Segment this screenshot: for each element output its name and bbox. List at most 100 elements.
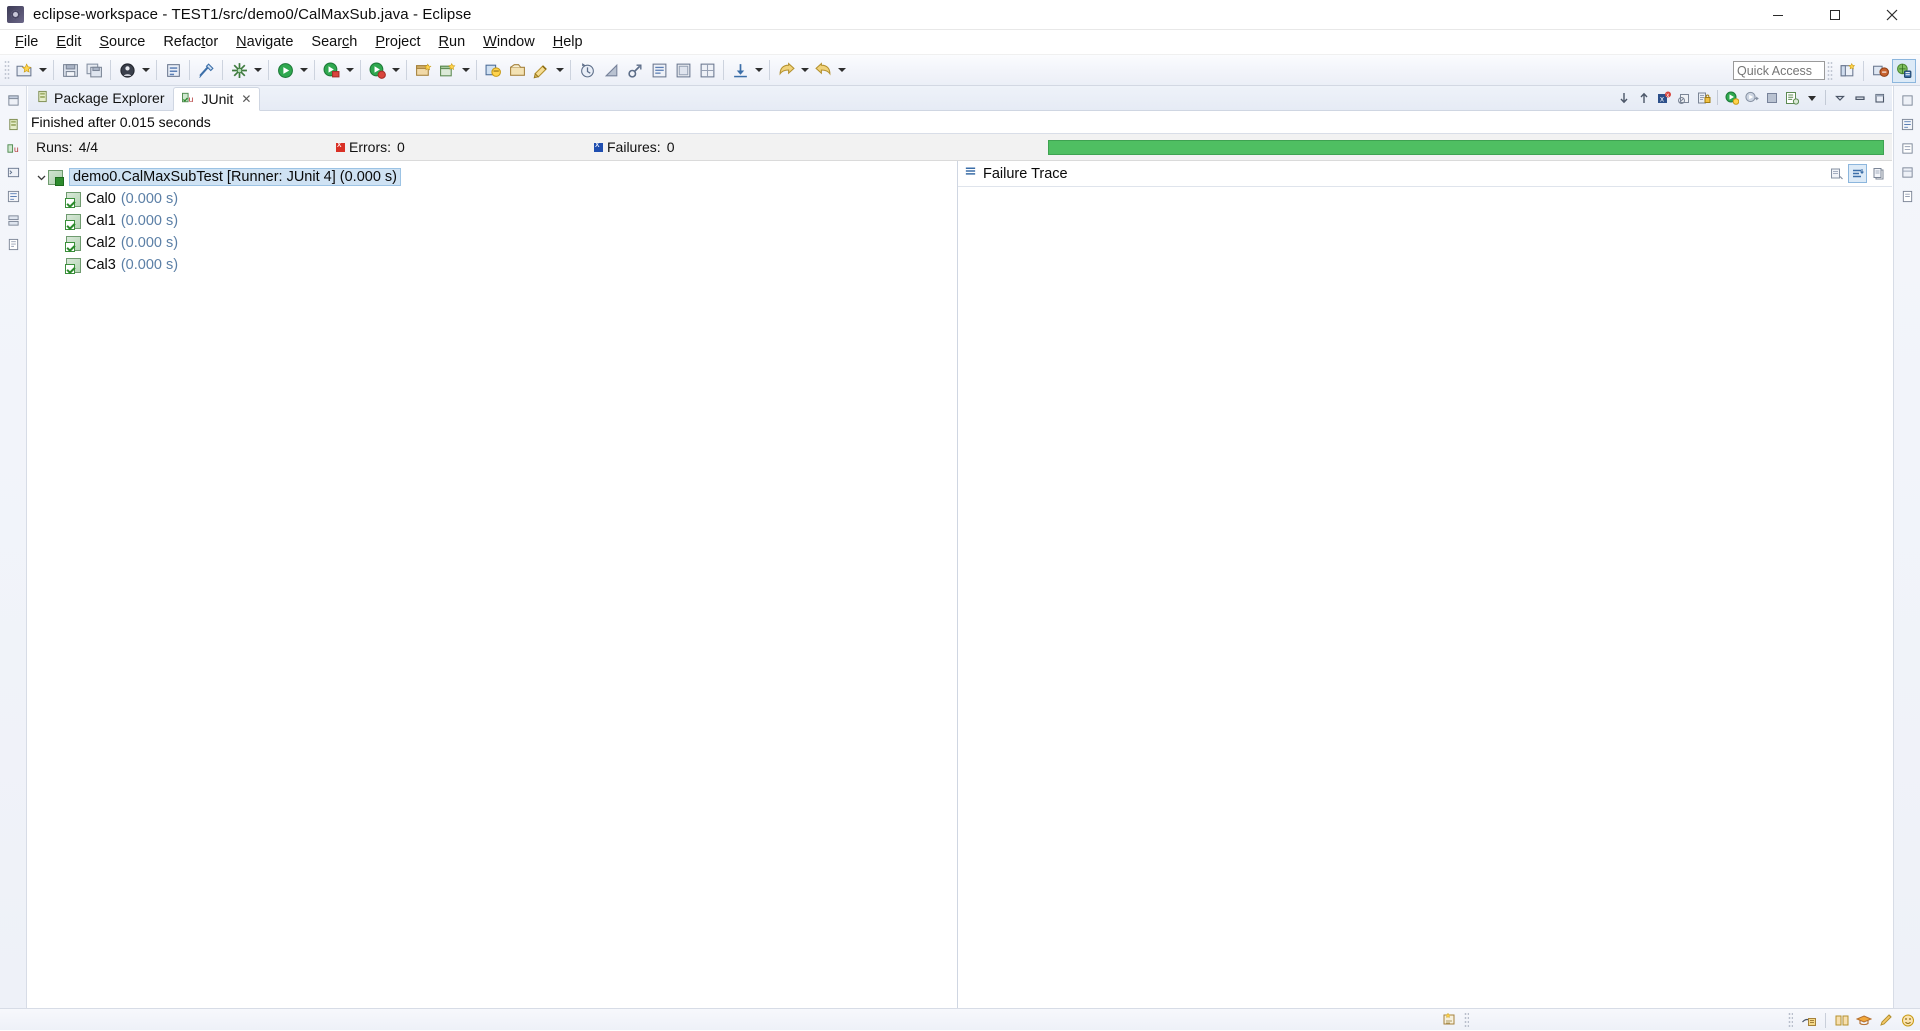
- chevron-down-icon[interactable]: [34, 170, 48, 184]
- new-wizard-icon[interactable]: [12, 58, 36, 82]
- table-row[interactable]: Cal1 (0.000 s): [28, 210, 957, 232]
- grid-icon[interactable]: [695, 58, 719, 82]
- toggle-mark-occurrences-icon[interactable]: [194, 58, 218, 82]
- run-last-tool-icon[interactable]: [273, 58, 297, 82]
- close-button[interactable]: [1863, 0, 1920, 30]
- smart-insert-icon[interactable]: [1440, 1011, 1460, 1029]
- show-failures-only-icon[interactable]: xx: [1654, 88, 1673, 107]
- search-dropdown-icon[interactable]: [553, 58, 566, 82]
- tab-package-explorer[interactable]: Package Explorer: [28, 86, 173, 110]
- copy-trace-icon[interactable]: [1869, 164, 1888, 183]
- console-icon[interactable]: [3, 162, 23, 182]
- rerun-test-icon[interactable]: [1722, 88, 1741, 107]
- outline-icon[interactable]: [3, 186, 23, 206]
- menu-refactor[interactable]: Refactor: [154, 32, 227, 52]
- snippets-rail-icon[interactable]: [1897, 186, 1917, 206]
- run-last-tool-dropdown-icon[interactable]: [297, 58, 310, 82]
- editor-outline-icon[interactable]: [647, 58, 671, 82]
- new-package-dropdown-icon[interactable]: [459, 58, 472, 82]
- new-wizard-dropdown-icon[interactable]: [36, 58, 49, 82]
- junit-min-icon[interactable]: u: [3, 138, 23, 158]
- open-task-icon[interactable]: [505, 58, 529, 82]
- menu-search[interactable]: Search: [302, 32, 366, 52]
- save-icon[interactable]: [58, 58, 82, 82]
- restore-view-icon[interactable]: [1850, 88, 1869, 107]
- new-package-icon[interactable]: [435, 58, 459, 82]
- maximize-rail-icon[interactable]: [1897, 90, 1917, 110]
- forward-nav-icon[interactable]: [811, 58, 835, 82]
- servers-icon[interactable]: [3, 210, 23, 230]
- search-icon[interactable]: [529, 58, 553, 82]
- ruler-icon[interactable]: [671, 58, 695, 82]
- minimize-view-icon[interactable]: [1830, 88, 1849, 107]
- test-run-history-icon[interactable]: [1782, 88, 1801, 107]
- minimize-button[interactable]: [1749, 0, 1806, 30]
- book-icon[interactable]: [1832, 1011, 1852, 1029]
- maximize-button[interactable]: [1806, 0, 1863, 30]
- menu-project[interactable]: Project: [366, 32, 429, 52]
- pin-editor-icon[interactable]: [599, 58, 623, 82]
- menu-help[interactable]: Help: [544, 32, 592, 52]
- menu-window[interactable]: Window: [474, 32, 544, 52]
- debug-dropdown-icon[interactable]: [139, 58, 152, 82]
- graduation-icon[interactable]: [1854, 1011, 1874, 1029]
- menu-run[interactable]: Run: [430, 32, 475, 52]
- download-icon[interactable]: [728, 58, 752, 82]
- scroll-lock-icon[interactable]: [1694, 88, 1713, 107]
- status-bar-grip[interactable]: [1788, 1012, 1793, 1028]
- task-rail-icon[interactable]: [1897, 138, 1917, 158]
- quick-access-input[interactable]: [1733, 61, 1825, 80]
- package-explorer-min-icon[interactable]: [3, 114, 23, 134]
- close-icon[interactable]: ✕: [241, 92, 251, 106]
- external-tools-icon[interactable]: [227, 58, 251, 82]
- restore-icon[interactable]: [3, 90, 23, 110]
- table-row[interactable]: demo0.CalMaxSubTest [Runner: JUnit 4] (0…: [28, 166, 957, 188]
- table-row[interactable]: Cal2 (0.000 s): [28, 232, 957, 254]
- save-all-icon[interactable]: [82, 58, 106, 82]
- back-nav-dropdown-icon[interactable]: [798, 58, 811, 82]
- next-failure-icon[interactable]: [1614, 88, 1633, 107]
- back-nav-icon[interactable]: [774, 58, 798, 82]
- failure-trace-content[interactable]: [958, 187, 1892, 1008]
- run-icon[interactable]: [365, 58, 389, 82]
- status-bar-grip[interactable]: [1464, 1012, 1469, 1028]
- pencil-icon[interactable]: [1876, 1011, 1896, 1029]
- view-menu-icon[interactable]: [1802, 88, 1821, 107]
- open-perspective-icon[interactable]: [1835, 59, 1859, 83]
- table-row[interactable]: Cal0 (0.000 s): [28, 188, 957, 210]
- forward-nav-dropdown-icon[interactable]: [835, 58, 848, 82]
- menu-file[interactable]: FFileile: [6, 32, 47, 52]
- smiley-icon[interactable]: [1898, 1011, 1918, 1029]
- previous-failure-icon[interactable]: [1634, 88, 1653, 107]
- run-dropdown-icon[interactable]: [389, 58, 402, 82]
- filter-stack-trace-icon[interactable]: [1848, 164, 1867, 183]
- writable-icon[interactable]: [1799, 1011, 1819, 1029]
- debug-last-dropdown-icon[interactable]: [343, 58, 356, 82]
- open-type-icon[interactable]: [481, 58, 505, 82]
- debug-last-icon[interactable]: [319, 58, 343, 82]
- tab-junit[interactable]: u JUnit ✕: [173, 87, 261, 111]
- test-tree[interactable]: demo0.CalMaxSubTest [Runner: JUnit 4] (0…: [28, 161, 958, 1008]
- java-perspective-icon[interactable]: [1868, 59, 1892, 83]
- stop-icon[interactable]: [1762, 88, 1781, 107]
- menu-navigate[interactable]: Navigate: [227, 32, 302, 52]
- debug-icon[interactable]: [115, 58, 139, 82]
- rerun-failed-icon[interactable]: [1742, 88, 1761, 107]
- java-ee-perspective-icon[interactable]: [1892, 59, 1916, 83]
- table-row[interactable]: Cal3 (0.000 s): [28, 254, 957, 276]
- maximize-view-icon[interactable]: [1870, 88, 1889, 107]
- task-list-icon[interactable]: [3, 234, 23, 254]
- outline-rail-icon[interactable]: [1897, 114, 1917, 134]
- new-java-class-icon[interactable]: [161, 58, 185, 82]
- download-dropdown-icon[interactable]: [752, 58, 765, 82]
- menu-source[interactable]: Source: [90, 32, 154, 52]
- history-icon[interactable]: [575, 58, 599, 82]
- link-icon[interactable]: [623, 58, 647, 82]
- new-java-project-icon[interactable]: [411, 58, 435, 82]
- toolbar-grip[interactable]: [4, 60, 10, 80]
- compare-result-icon[interactable]: [1827, 164, 1846, 183]
- menu-edit[interactable]: Edit: [47, 32, 90, 52]
- properties-rail-icon[interactable]: [1897, 162, 1917, 182]
- perspective-grip[interactable]: [1827, 61, 1833, 81]
- external-tools-dropdown-icon[interactable]: [251, 58, 264, 82]
